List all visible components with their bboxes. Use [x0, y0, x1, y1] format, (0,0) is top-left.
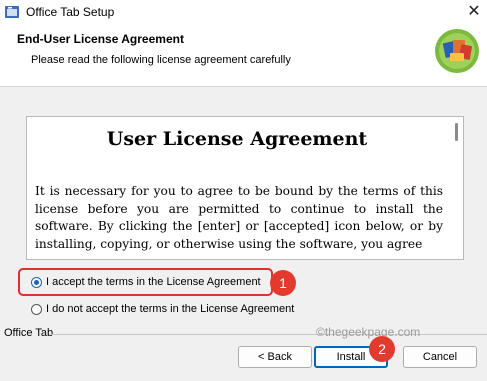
license-scrollbar[interactable]	[449, 117, 463, 259]
close-button[interactable]: ✕	[462, 1, 486, 23]
setup-app-icon	[5, 6, 19, 18]
page-title: End-User License Agreement	[17, 32, 184, 46]
footer-divider	[50, 334, 487, 335]
decline-label: I do not accept the terms in the License…	[46, 303, 295, 315]
wizard-header: End-User License Agreement Please read t…	[0, 24, 487, 87]
watermark-text: ©thegeekpage.com	[316, 325, 421, 339]
close-icon: ✕	[467, 3, 481, 20]
cancel-button[interactable]: Cancel	[403, 346, 477, 368]
decline-radio[interactable]	[31, 303, 42, 315]
scrollbar-thumb[interactable]	[455, 123, 458, 141]
license-body-text: It is necessary for you to agree to be b…	[35, 184, 443, 251]
accept-label: I accept the terms in the License Agreem…	[46, 276, 261, 288]
step-badge-1: 1	[270, 270, 296, 296]
window-title: Office Tab Setup	[26, 5, 115, 19]
footer-group-label: Office Tab	[4, 327, 54, 339]
office-tab-logo-icon	[435, 29, 479, 73]
decline-terms-option[interactable]: I do not accept the terms in the License…	[31, 301, 294, 317]
page-subtitle: Please read the following license agreem…	[31, 54, 291, 66]
license-heading: User License Agreement	[106, 128, 368, 150]
step-badge-2: 2	[369, 336, 395, 362]
title-bar: Office Tab Setup ✕	[0, 0, 487, 24]
back-button[interactable]: < Back	[238, 346, 312, 368]
accept-radio[interactable]	[31, 276, 42, 288]
license-text-area[interactable]: User License Agreement It is necessary f…	[26, 116, 464, 260]
accept-terms-option[interactable]: I accept the terms in the License Agreem…	[31, 274, 261, 290]
